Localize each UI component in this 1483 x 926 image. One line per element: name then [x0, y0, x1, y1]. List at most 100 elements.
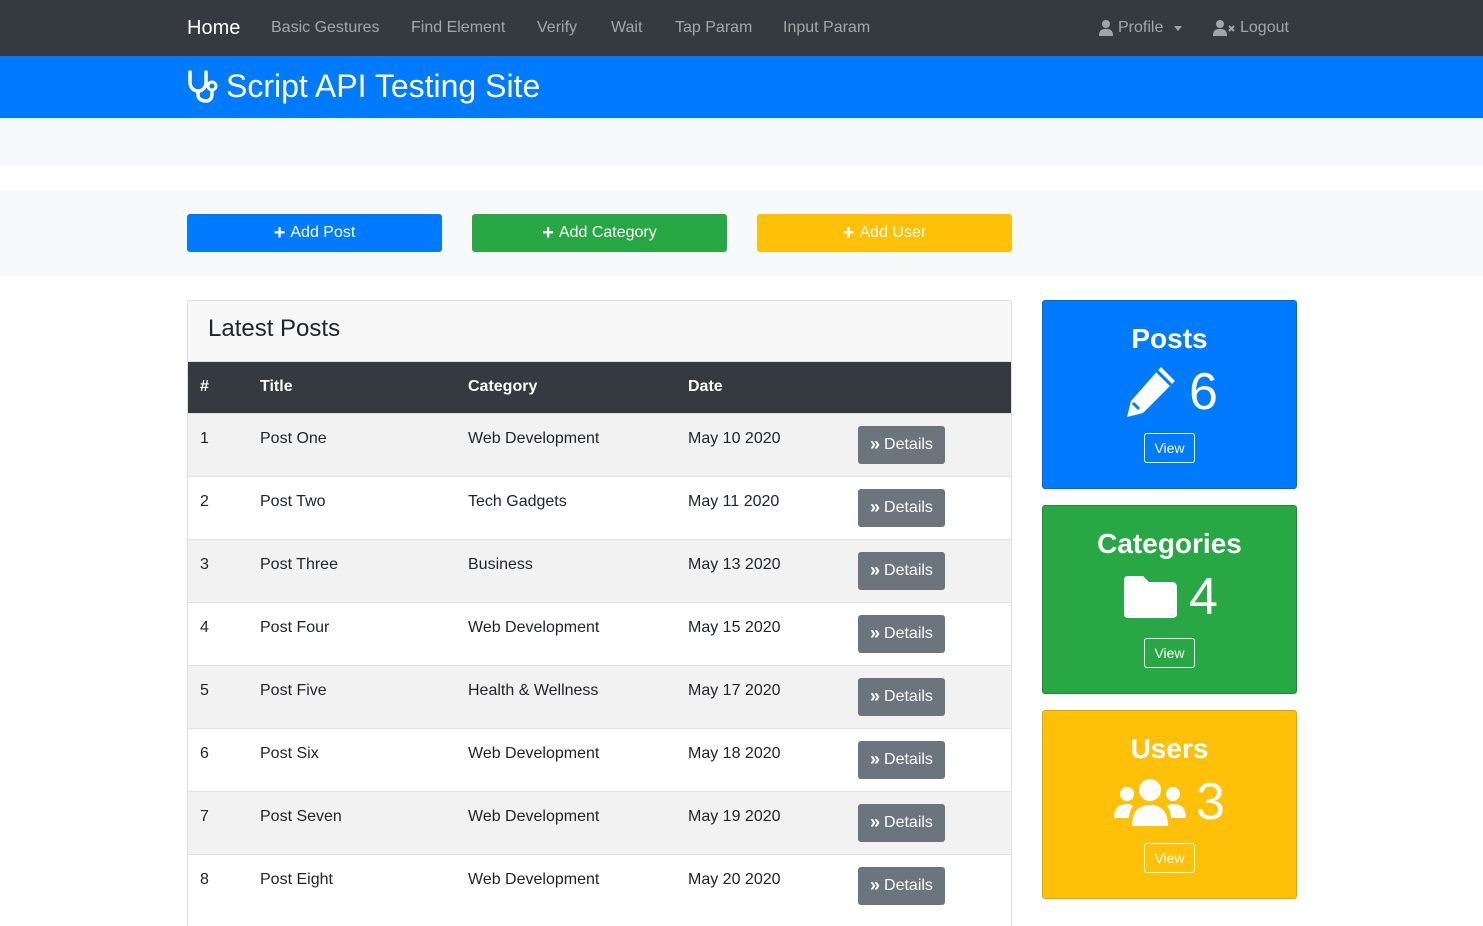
angle-double-right-icon: »: [870, 749, 881, 769]
header-title: Script API Testing Site: [186, 66, 540, 106]
nav-link-verify[interactable]: Verify: [537, 18, 577, 38]
details-button[interactable]: » Details: [858, 488, 945, 527]
add-post-button[interactable]: + Add Post: [187, 214, 442, 252]
post-date: May 13 2020: [688, 555, 781, 573]
angle-double-right-icon: »: [870, 434, 881, 454]
users-icon: [1114, 779, 1187, 826]
site-title: Script API Testing Site: [226, 68, 541, 104]
top-navbar: Home Basic Gestures Find Element Verify …: [0, 0, 1483, 56]
nav-link-tap-param[interactable]: Tap Param: [675, 18, 752, 38]
post-actions: » Details: [846, 413, 1011, 476]
post-actions: » Details: [846, 539, 1011, 602]
post-category: Health & Wellness: [468, 681, 599, 699]
categories-stat-card: Categories 4 View: [1042, 505, 1297, 694]
details-button[interactable]: » Details: [858, 614, 945, 653]
column-header-number: #: [200, 378, 209, 396]
add-category-button[interactable]: + Add Category: [472, 214, 727, 252]
post-date: May 18 2020: [688, 744, 781, 762]
post-category: Web Development: [468, 618, 600, 636]
spacer-band: [0, 118, 1483, 166]
post-number: 6: [200, 744, 209, 762]
table-row: 3 Post Three Business May 13 2020 » Details: [188, 539, 1011, 602]
card-header: Latest Posts: [188, 301, 1011, 362]
post-number: 7: [200, 807, 209, 825]
details-button[interactable]: » Details: [858, 866, 945, 905]
angle-double-right-icon: »: [870, 875, 881, 895]
table-row: 5 Post Five Health & Wellness May 17 2020 » D…: [188, 665, 1011, 728]
nav-link-basic-gestures[interactable]: Basic Gestures: [271, 18, 379, 38]
nav-link-input-param[interactable]: Input Param: [783, 18, 870, 38]
categories-stat-title: Categories: [1097, 528, 1242, 559]
details-button[interactable]: » Details: [858, 803, 945, 842]
logout-label: Logout: [1240, 19, 1289, 36]
add-user-label: Add User: [859, 224, 927, 241]
column-header-actions: [846, 362, 1011, 413]
posts-count: 6: [1189, 363, 1218, 421]
post-actions: » Details: [846, 602, 1011, 665]
details-button[interactable]: » Details: [858, 551, 945, 590]
table-row: 8 Post Eight Web Development May 20 2020 » De…: [188, 854, 1011, 917]
post-title: Post Five: [260, 681, 327, 699]
details-label: Details: [884, 498, 933, 516]
table-row: 6 Post Six Web Development May 18 2020 » Deta…: [188, 728, 1011, 791]
page-header: Script API Testing Site: [0, 56, 1483, 118]
logout-link[interactable]: Logout: [1213, 18, 1289, 38]
post-number: 5: [200, 681, 209, 699]
latest-posts-heading: Latest Posts: [208, 315, 341, 342]
post-title: Post Three: [260, 555, 338, 573]
post-category: Tech Gadgets: [468, 492, 567, 510]
details-button[interactable]: » Details: [858, 425, 945, 464]
post-actions: » Details: [846, 854, 1011, 917]
post-actions: » Details: [846, 476, 1011, 539]
view-users-button[interactable]: View: [1144, 843, 1195, 873]
post-date: May 15 2020: [688, 618, 781, 636]
details-button[interactable]: » Details: [858, 740, 945, 779]
post-number: 2: [200, 492, 209, 510]
details-label: Details: [884, 876, 933, 894]
post-number: 4: [200, 618, 209, 636]
table-row: 1 Post One Web Development May 10 2020 » Deta…: [188, 413, 1011, 476]
post-title: Post Four: [260, 618, 330, 636]
nav-link-wait[interactable]: Wait: [611, 18, 642, 38]
table-row: 4 Post Four Web Development May 15 2020 » Det…: [188, 602, 1011, 665]
nav-link-find-element[interactable]: Find Element: [411, 18, 505, 38]
table-row: 2 Post Two Tech Gadgets May 11 2020 » Details: [188, 476, 1011, 539]
details-label: Details: [884, 435, 933, 453]
user-times-icon: [1213, 20, 1235, 36]
users-count: 3: [1196, 773, 1225, 831]
folder-icon: [1124, 576, 1178, 618]
nav-home-link[interactable]: Home: [187, 16, 240, 40]
post-actions: » Details: [846, 728, 1011, 791]
latest-posts-card: Latest Posts # Title Category Date 1 Post…: [187, 300, 1012, 926]
table-header-row: # Title Category Date: [188, 362, 1011, 413]
posts-table: # Title Category Date 1 Post One Web Devel…: [188, 362, 1011, 917]
column-header-category: Category: [468, 378, 538, 396]
angle-double-right-icon: »: [870, 497, 881, 517]
post-actions: » Details: [846, 665, 1011, 728]
angle-double-right-icon: »: [870, 686, 881, 706]
details-label: Details: [884, 687, 933, 705]
pencil-icon: [1127, 367, 1176, 417]
table-row: 7 Post Seven Web Development May 19 2020 » De…: [188, 791, 1011, 854]
details-label: Details: [884, 561, 933, 579]
post-category: Web Development: [468, 807, 600, 825]
column-header-title: Title: [260, 378, 293, 396]
post-title: Post One: [260, 429, 327, 447]
profile-dropdown[interactable]: Profile: [1099, 18, 1183, 38]
view-posts-button[interactable]: View: [1144, 433, 1195, 463]
users-stat-card: Users 3 View: [1042, 710, 1297, 899]
post-category: Web Development: [468, 744, 600, 762]
post-actions: » Details: [846, 791, 1011, 854]
profile-label: Profile: [1118, 19, 1164, 36]
add-post-label: Add Post: [290, 224, 356, 241]
add-category-label: Add Category: [558, 224, 657, 241]
post-category: Web Development: [468, 429, 600, 447]
angle-double-right-icon: »: [870, 623, 881, 643]
details-label: Details: [884, 813, 933, 831]
view-categories-button[interactable]: View: [1144, 638, 1195, 668]
details-button[interactable]: » Details: [858, 677, 945, 716]
post-date: May 20 2020: [688, 870, 781, 888]
stethoscope-icon: [188, 70, 218, 103]
column-header-date: Date: [688, 378, 723, 396]
add-user-button[interactable]: + Add User: [757, 214, 1012, 252]
